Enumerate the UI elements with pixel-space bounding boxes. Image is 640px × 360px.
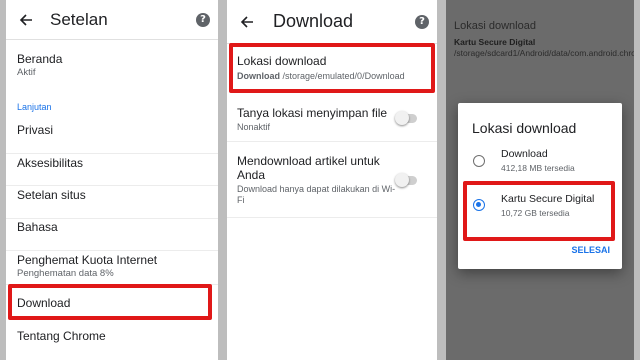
site-settings-label: Setelan situs [17,188,86,202]
settings-item-about-chrome[interactable]: Tentang Chrome [6,322,218,352]
help-icon[interactable]: ? [415,14,429,29]
radio-internal-storage[interactable] [473,155,485,167]
download-settings-panel: Download ? Lokasi download Download /sto… [227,0,437,360]
settings-item-accessibility[interactable]: Aksesibilitas [6,154,218,186]
toggle-knob [395,111,409,125]
option-internal-title: Download [501,148,548,160]
background-location-storage: Kartu Secure Digital [454,37,536,47]
settings-item-language[interactable]: Bahasa [6,219,218,251]
privacy-label: Privasi [17,123,54,137]
about-chrome-label: Tentang Chrome [17,329,106,343]
settings-panel: Setelan ? Beranda Aktif Lanjutan Privasi… [6,0,218,360]
settings-app-bar: Setelan ? [6,0,218,40]
home-label: Beranda [17,52,63,66]
ask-location-toggle[interactable] [395,111,417,125]
background-location-path: Kartu Secure Digital /storage/sdcard1/An… [454,37,634,59]
download-articles-toggle[interactable] [395,173,417,187]
option-internal-storage[interactable]: Download 412,18 MB tersedia [458,145,622,181]
language-label: Bahasa [17,220,58,234]
download-articles-item[interactable]: Mendownload artikel untuk Anda Download … [227,142,437,218]
settings-title: Setelan [50,9,108,29]
ask-location-item[interactable]: Tanya lokasi menyimpan file Nonaktif [227,97,437,142]
download-location-highlight-box [229,43,435,93]
settings-item-home[interactable]: Beranda Aktif [6,52,218,92]
location-dialog: Lokasi download Download 412,18 MB terse… [458,103,622,269]
data-saver-label: Penghemat Kuota Internet [17,253,158,267]
advanced-section-label: Lanjutan [17,102,52,112]
dialog-title: Lokasi download [472,120,577,136]
help-icon[interactable]: ? [196,12,210,27]
download-highlight-box [8,284,212,320]
background-location-title: Lokasi download [454,20,536,32]
sd-card-highlight-box [463,181,615,241]
done-button[interactable]: SELESAI [571,245,610,255]
accessibility-label: Aksesibilitas [17,156,84,170]
download-articles-label: Mendownload artikel untuk Anda [237,154,380,182]
data-saver-status: Penghematan data 8% [17,268,114,279]
download-title: Download [273,11,354,31]
settings-item-privacy[interactable]: Privasi [6,123,218,154]
back-arrow-icon[interactable] [233,8,261,36]
settings-item-data-saver[interactable]: Penghemat Kuota Internet Penghematan dat… [6,251,218,285]
settings-item-site-settings[interactable]: Setelan situs [6,186,218,219]
home-status: Aktif [17,67,36,78]
download-location-dialog-panel: Lokasi download Kartu Secure Digital /st… [446,0,634,360]
download-articles-status: Download hanya dapat dilakukan di Wi-Fi [237,184,396,205]
background-location-path-text: /storage/sdcard1/Android/data/com.androi… [454,48,634,58]
toggle-knob [395,173,409,187]
download-app-bar: Download ? [227,0,437,44]
option-internal-free-space: 412,18 MB tersedia [501,163,575,173]
back-arrow-icon[interactable] [12,6,40,34]
